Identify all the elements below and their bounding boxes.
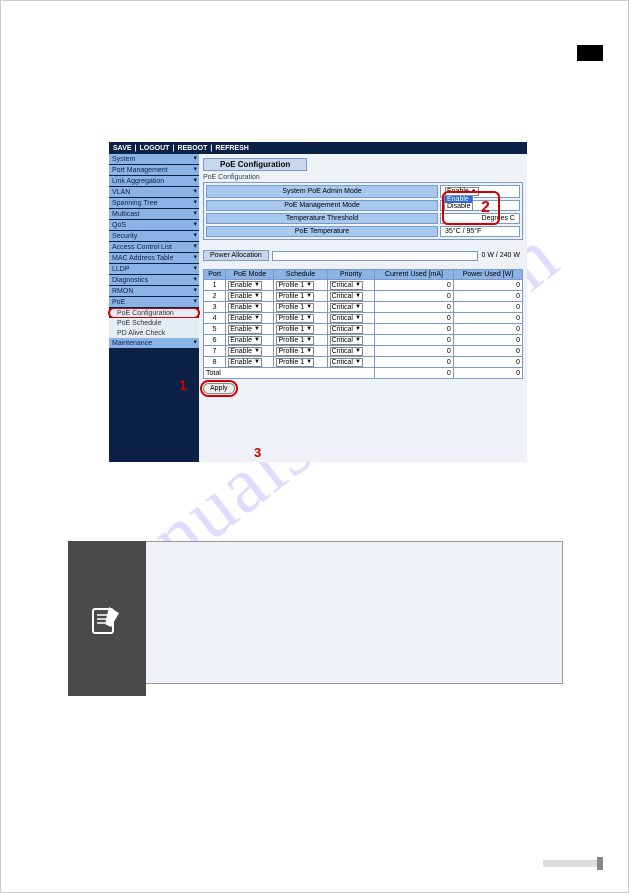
poe-mode-select[interactable]: Enable▼ bbox=[228, 325, 262, 334]
header-mark bbox=[577, 45, 603, 61]
schedule-select[interactable]: Profile 1▼ bbox=[276, 347, 314, 356]
poe-mode-select[interactable]: Enable▼ bbox=[228, 314, 262, 323]
schedule-select[interactable]: Profile 1▼ bbox=[276, 281, 314, 290]
schedule-select[interactable]: Profile 1▼ bbox=[276, 303, 314, 312]
temperature-threshold-cell[interactable]: Degrees C bbox=[440, 213, 520, 224]
sidebar: System▾ Port Management▾ Link Aggregatio… bbox=[109, 154, 199, 462]
dropdown-option-disable[interactable]: Disable bbox=[445, 203, 472, 210]
poe-mode-select[interactable]: Enable▼ bbox=[228, 281, 262, 290]
table-total-row: Total 0 0 bbox=[204, 368, 523, 379]
power-allocation-bar bbox=[272, 251, 479, 261]
sidebar-item-vlan[interactable]: VLAN▾ bbox=[109, 187, 199, 198]
sidebar-sub-pd-alive-check[interactable]: PD Alive Check bbox=[109, 328, 199, 338]
table-row: 1Enable▼Profile 1▼Critical▼00 bbox=[204, 280, 523, 291]
note-icon-panel bbox=[68, 541, 146, 696]
chevron-down-icon: ▾ bbox=[193, 154, 197, 162]
reboot-link[interactable]: REBOOT bbox=[177, 145, 207, 152]
table-row: 6Enable▼Profile 1▼Critical▼00 bbox=[204, 335, 523, 346]
annotation-1: 1 bbox=[179, 377, 187, 393]
sidebar-sub-poe-configuration[interactable]: PoE Configuration bbox=[109, 308, 199, 318]
top-toolbar: SAVE| LOGOUT| REBOOT| REFRESH bbox=[109, 142, 527, 154]
table-row: 4Enable▼Profile 1▼Critical▼00 bbox=[204, 313, 523, 324]
sidebar-item-poe[interactable]: PoE▾ bbox=[109, 297, 199, 308]
schedule-select[interactable]: Profile 1▼ bbox=[276, 325, 314, 334]
note-box bbox=[68, 541, 563, 696]
sidebar-item-multicast[interactable]: Multicast▾ bbox=[109, 209, 199, 220]
power-allocation-label: Power Allocation bbox=[203, 250, 269, 261]
apply-button[interactable]: Apply bbox=[203, 383, 235, 394]
poe-mode-select[interactable]: Enable▼ bbox=[228, 336, 262, 345]
schedule-select[interactable]: Profile 1▼ bbox=[276, 314, 314, 323]
table-row: 7Enable▼Profile 1▼Critical▼00 bbox=[204, 346, 523, 357]
sidebar-item-diagnostics[interactable]: Diagnostics▾ bbox=[109, 275, 199, 286]
priority-select[interactable]: Critical▼ bbox=[330, 347, 363, 356]
note-icon bbox=[87, 599, 127, 639]
sidebar-item-port-management[interactable]: Port Management▾ bbox=[109, 165, 199, 176]
section-label: PoE Configuration bbox=[203, 174, 523, 181]
priority-select[interactable]: Critical▼ bbox=[330, 292, 363, 301]
power-allocation: Power Allocation 0 W / 240 W bbox=[203, 250, 523, 261]
poe-temperature-cell: 35°C / 95°F bbox=[440, 226, 520, 237]
schedule-select[interactable]: Profile 1▼ bbox=[276, 292, 314, 301]
sidebar-item-maintenance[interactable]: Maintenance▾ bbox=[109, 338, 199, 349]
note-body bbox=[146, 541, 563, 684]
dropdown-option-enable[interactable]: Enable bbox=[445, 196, 472, 203]
sidebar-sub-poe-schedule[interactable]: PoE Schedule bbox=[109, 318, 199, 328]
power-allocation-text: 0 W / 240 W bbox=[478, 252, 523, 259]
priority-select[interactable]: Critical▼ bbox=[330, 303, 363, 312]
port-table: PortPoE ModeSchedule PriorityCurrent Use… bbox=[203, 269, 523, 379]
refresh-link[interactable]: REFRESH bbox=[215, 145, 248, 152]
sidebar-item-acl[interactable]: Access Control List▾ bbox=[109, 242, 199, 253]
annotation-3: 3 bbox=[254, 445, 261, 460]
document-page: manualshive.com SAVE| LOGOUT| REBOOT| RE… bbox=[0, 0, 629, 893]
poe-mode-select[interactable]: Enable▼ bbox=[228, 358, 262, 367]
priority-select[interactable]: Critical▼ bbox=[330, 314, 363, 323]
chevron-down-icon: ▼ bbox=[471, 189, 477, 195]
footer-mark bbox=[543, 860, 603, 867]
table-header-row: PortPoE ModeSchedule PriorityCurrent Use… bbox=[204, 270, 523, 280]
sidebar-item-qos[interactable]: QoS▾ bbox=[109, 220, 199, 231]
cfg-label: System PoE Admin Mode bbox=[206, 185, 438, 198]
sidebar-item-link-aggregation[interactable]: Link Aggregation▾ bbox=[109, 176, 199, 187]
priority-select[interactable]: Critical▼ bbox=[330, 358, 363, 367]
priority-select[interactable]: Critical▼ bbox=[330, 281, 363, 290]
table-row: 3Enable▼Profile 1▼Critical▼00 bbox=[204, 302, 523, 313]
poe-mode-select[interactable]: Enable▼ bbox=[228, 303, 262, 312]
sidebar-item-security[interactable]: Security▾ bbox=[109, 231, 199, 242]
priority-select[interactable]: Critical▼ bbox=[330, 325, 363, 334]
table-row: 5Enable▼Profile 1▼Critical▼00 bbox=[204, 324, 523, 335]
sidebar-item-lldp[interactable]: LLDP▾ bbox=[109, 264, 199, 275]
table-row: 8Enable▼Profile 1▼Critical▼00 bbox=[204, 357, 523, 368]
main-content: PoE Configuration PoE Configuration Syst… bbox=[199, 154, 527, 462]
page-title: PoE Configuration bbox=[203, 158, 307, 171]
system-poe-admin-mode-cell: Enable▼ Enable Disable bbox=[440, 185, 520, 198]
sidebar-item-mac-table[interactable]: MAC Address Table▾ bbox=[109, 253, 199, 264]
config-table: System PoE Admin Mode Enable▼ Enable Dis… bbox=[203, 182, 523, 240]
annotation-2: 2 bbox=[481, 199, 490, 217]
poe-mode-select[interactable]: Enable▼ bbox=[228, 347, 262, 356]
sidebar-item-system[interactable]: System▾ bbox=[109, 154, 199, 165]
poe-mode-select[interactable]: Enable▼ bbox=[228, 292, 262, 301]
schedule-select[interactable]: Profile 1▼ bbox=[276, 336, 314, 345]
sidebar-item-rmon[interactable]: RMON▾ bbox=[109, 286, 199, 297]
priority-select[interactable]: Critical▼ bbox=[330, 336, 363, 345]
sidebar-item-spanning-tree[interactable]: Spanning Tree▾ bbox=[109, 198, 199, 209]
table-row: 2Enable▼Profile 1▼Critical▼00 bbox=[204, 291, 523, 302]
schedule-select[interactable]: Profile 1▼ bbox=[276, 358, 314, 367]
admin-mode-dropdown[interactable]: Enable Disable bbox=[444, 195, 473, 211]
switch-admin-ui: SAVE| LOGOUT| REBOOT| REFRESH System▾ Po… bbox=[109, 142, 527, 462]
save-link[interactable]: SAVE bbox=[113, 145, 132, 152]
logout-link[interactable]: LOGOUT bbox=[140, 145, 170, 152]
